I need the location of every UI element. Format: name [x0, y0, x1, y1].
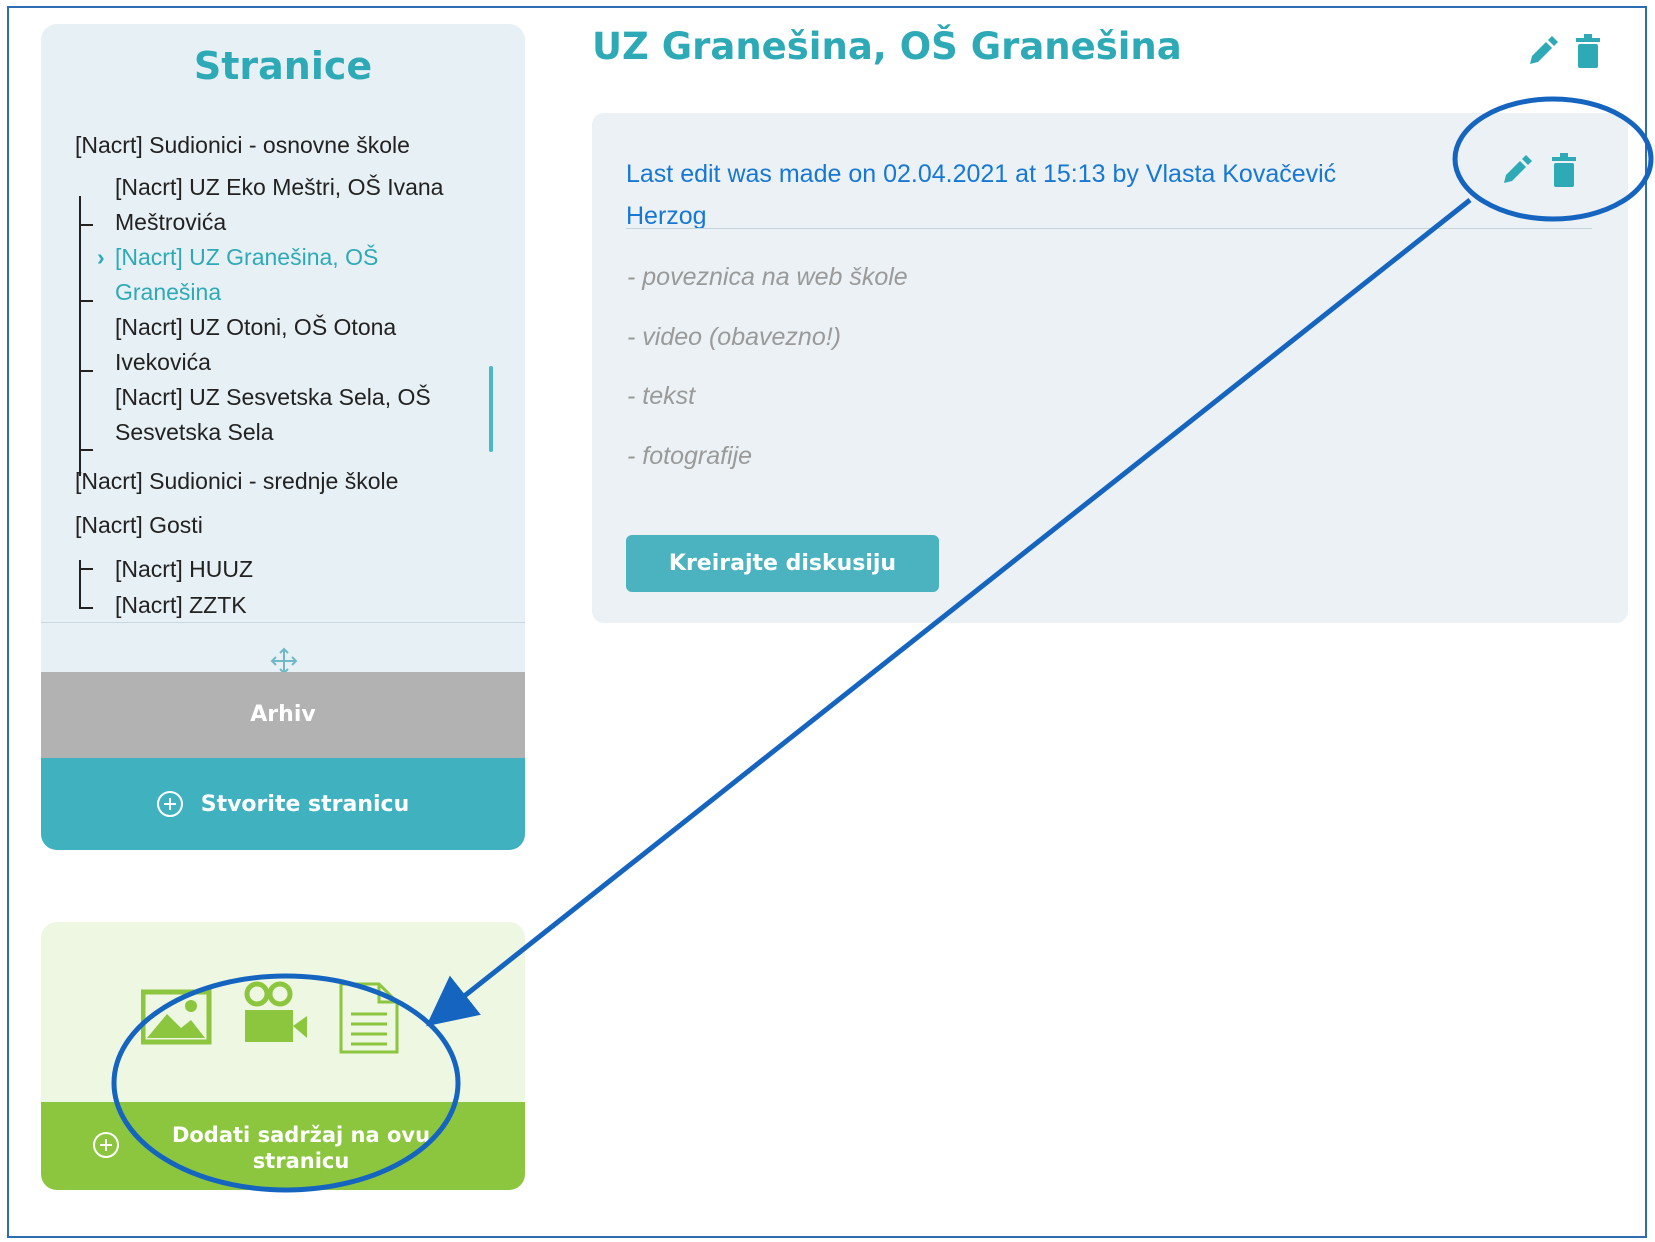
content-type-icons — [141, 981, 399, 1054]
pages-sidebar: Stranice [Nacrt] Sudionici - osnovne ško… — [41, 24, 525, 850]
create-page-button[interactable]: Stvorite stranicu — [41, 758, 525, 850]
edit-pencil-icon[interactable] — [1504, 155, 1532, 183]
tree-item-granesina[interactable]: › [Nacrt] UZ Granešina, OŠ Granešina — [97, 240, 378, 310]
tree-item-osnovne-skole[interactable]: [Nacrt] Sudionici - osnovne škole — [75, 128, 410, 163]
tree-branch — [79, 568, 93, 570]
tree-item-sesvetska-sela[interactable]: [Nacrt] UZ Sesvetska Sela, OŠ Sesvetska S… — [115, 380, 431, 450]
tree-branch — [79, 370, 93, 372]
sidebar-divider — [41, 622, 525, 623]
document-icon — [339, 982, 399, 1054]
tree-item-huuz[interactable]: [Nacrt] HUUZ — [115, 552, 253, 587]
create-page-label: Stvorite stranicu — [200, 791, 410, 817]
archive-button[interactable]: Arhiv — [41, 672, 525, 758]
video-camera-icon — [244, 981, 307, 1042]
add-content-panel: Dodati sadržaj na ovu stranicu — [41, 922, 525, 1190]
sidebar-scrollbar[interactable] — [489, 366, 493, 452]
content-item: - video (obavezno!) — [627, 323, 842, 351]
content-item: - poveznica na web škole — [627, 263, 908, 291]
tree-branch — [79, 449, 93, 451]
add-content-label: Dodati sadržaj na ovu stranicu — [171, 1123, 431, 1173]
card-actions — [1504, 153, 1576, 187]
add-content-button[interactable]: Dodati sadržaj na ovu stranicu — [41, 1102, 525, 1190]
content-item: - fotografije — [627, 442, 753, 470]
last-edit-info: Last edit was made on 02.04.2021 at 15:1… — [626, 160, 1337, 230]
tree-item-srednje-skole[interactable]: [Nacrt] Sudionici - srednje škole — [75, 464, 398, 499]
tree-branch — [79, 224, 93, 226]
tree-line — [79, 196, 81, 476]
tree-item-gosti[interactable]: [Nacrt] Gosti — [75, 508, 203, 543]
edit-pencil-icon[interactable] — [1530, 36, 1558, 64]
tree-branch — [79, 300, 93, 302]
tree-item-zztk[interactable]: [Nacrt] ZZTK — [115, 588, 247, 623]
create-discussion-button[interactable]: Kreirajte diskusiju — [626, 535, 939, 592]
tree-item-eko-mestri[interactable]: [Nacrt] UZ Eko Meštri, OŠ Ivana Meštrović… — [115, 170, 443, 240]
tree-branch — [79, 607, 93, 609]
content-item: - tekst — [627, 382, 696, 410]
tree-item-otoni[interactable]: [Nacrt] UZ Otoni, OŠ Otona Ivekovića — [115, 310, 396, 380]
plus-circle-icon — [156, 791, 183, 817]
trash-icon[interactable] — [1576, 34, 1600, 68]
sidebar-title: Stranice — [193, 44, 373, 88]
plus-circle-icon — [93, 1132, 119, 1158]
image-icon — [141, 989, 212, 1045]
page-actions — [1530, 34, 1600, 68]
trash-icon[interactable] — [1552, 153, 1576, 187]
chevron-right-icon: › — [97, 244, 105, 270]
card-divider — [626, 228, 1592, 229]
content-card: Last edit was made on 02.04.2021 at 15:1… — [592, 113, 1628, 623]
page-title: UZ Granešina, OŠ Granešina — [592, 25, 1182, 68]
